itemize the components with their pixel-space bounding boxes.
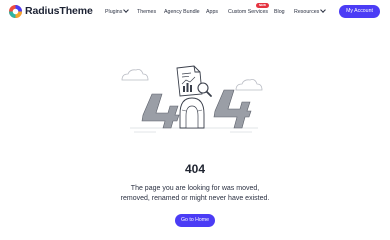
nav-item-label: Apps [206,9,219,15]
nav-item-apps[interactable]: Apps [206,8,218,17]
nav-item-label: Plugins [105,9,123,15]
nav-item-label: Agency Bundle [164,9,200,15]
my-account-button[interactable]: My Account [339,5,380,18]
cloud-left-icon [121,69,149,81]
404-illustration [121,65,263,133]
nav-item-blog[interactable]: Blog [274,8,285,17]
digit-four-right [213,89,252,129]
nav-item-label: Blog [274,9,285,15]
nav-item-resources[interactable]: Resources [294,6,327,17]
nav-item-plugins[interactable]: Plugins [105,6,130,17]
chevron-down-icon [320,6,327,13]
nav-item-label: Custom Services [228,9,269,15]
error-code: 404 [184,162,206,176]
nav-item-label: Themes [137,9,157,15]
go-to-home-button[interactable]: Go to Home [175,214,215,227]
brand-name: RadiusTheme [25,5,93,17]
digit-four-left [141,93,180,129]
nav-item-agency-bundle[interactable]: Agency Bundle [164,8,200,17]
nav-item-themes[interactable]: Themes [137,8,156,17]
error-message: The page you are looking for was moved, … [95,184,295,203]
radiustheme-logo-icon [9,5,22,18]
digit-zero-arch [179,97,205,129]
new-badge: NEW [256,3,269,8]
brand-logo[interactable]: RadiusTheme [9,5,93,18]
site-header: RadiusTheme Plugins Themes Agency Bundle… [0,0,390,24]
nav-item-custom-services[interactable]: Custom Services [228,8,268,17]
chevron-down-icon [123,6,130,13]
nav-item-label: Resources [294,9,320,15]
error-message-line: removed, renamed or might never have exi… [120,194,270,202]
error-message-line: The page you are looking for was moved, [130,185,260,192]
document-icon [176,65,203,97]
cloud-right-icon [235,79,263,91]
